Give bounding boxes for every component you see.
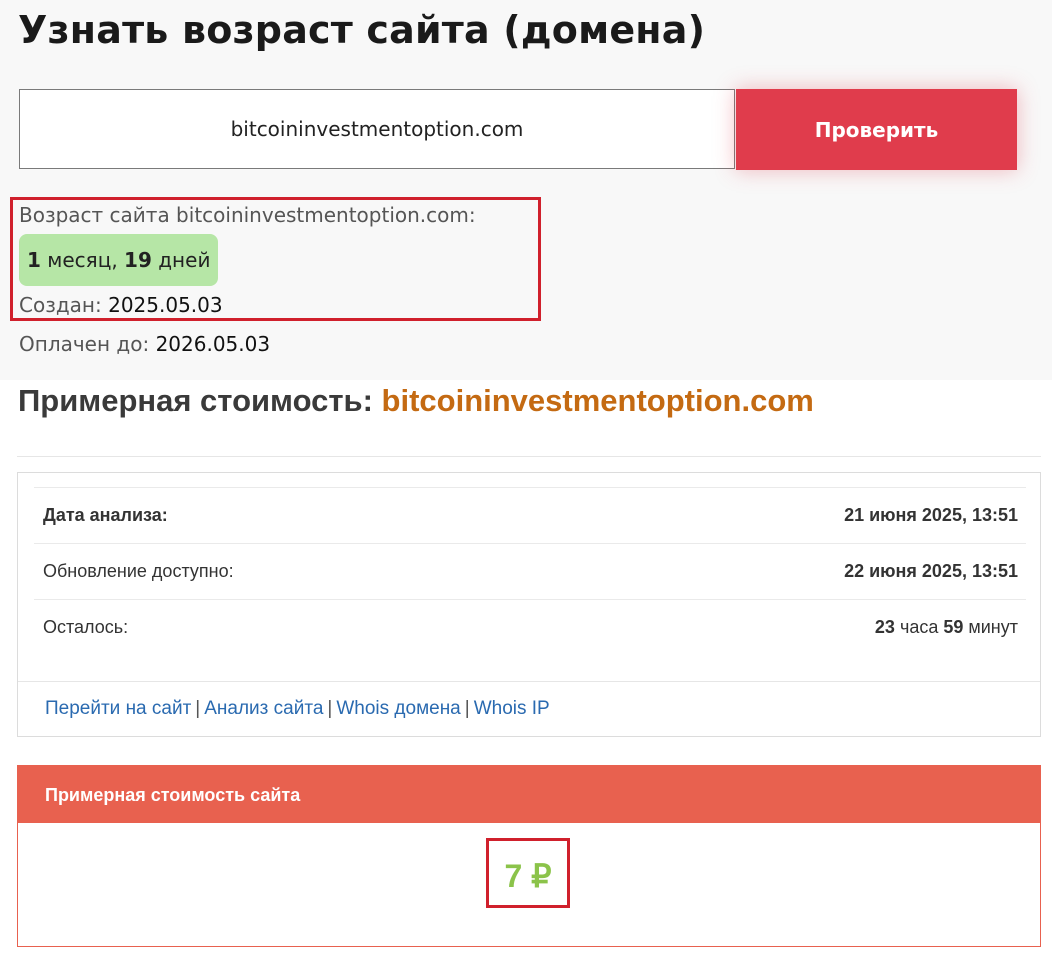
page-title: Узнать возраст сайта (домена) [18, 8, 706, 52]
update-available-value: 22 июня 2025, 13:51 [844, 561, 1018, 581]
link-separator: | [195, 698, 201, 719]
link-separator: | [464, 698, 470, 719]
paid-line: Оплачен до: 2026.05.03 [19, 332, 270, 356]
analysis-date-value: 21 июня 2025, 13:51 [844, 505, 1018, 525]
remaining-minutes-unit: минут [963, 617, 1018, 637]
table-row: Осталось: 23 часа 59 минут [34, 600, 1026, 655]
domain-input[interactable] [19, 89, 735, 169]
created-label: Создан: [19, 293, 109, 317]
site-value-header-label: Примерная стоимость сайта [45, 785, 301, 805]
paid-value: 2026.05.03 [155, 332, 271, 356]
update-available-label: Обновление доступно: [43, 561, 234, 581]
remaining-label: Осталось: [43, 617, 129, 637]
age-badge: 1 месяц, 19 дней [19, 234, 219, 286]
remaining-hours-unit: часа [894, 617, 944, 637]
age-label: Возраст сайта bitcoininvestmentoption.co… [19, 203, 476, 227]
section-divider [17, 456, 1041, 457]
whois-ip-link[interactable]: Whois IP [474, 698, 550, 719]
paid-label: Оплачен до: [19, 332, 156, 356]
age-months-unit: месяц, [40, 248, 125, 272]
goto-site-link[interactable]: Перейти на сайт [45, 698, 191, 719]
price-title: Примерная стоимость: bitcoininvestmentop… [18, 383, 814, 419]
age-days-unit: дней [151, 248, 211, 272]
analysis-table: Дата анализа: 21 июня 2025, 13:51 Обновл… [34, 487, 1026, 655]
analysis-date-label: Дата анализа: [43, 505, 168, 525]
links-row: Перейти на сайт | Анализ сайта | Whois домен… [45, 698, 550, 720]
created-value: 2025.05.03 [108, 293, 223, 317]
site-value-header: Примерная стоимость сайта [18, 766, 1040, 823]
age-months: 1 [27, 248, 41, 272]
value-highlight-box: 7 ₽ [486, 838, 570, 908]
table-row: Дата анализа: 21 июня 2025, 13:51 [34, 488, 1026, 544]
site-analysis-link[interactable]: Анализ сайта [204, 698, 323, 719]
remaining-minutes: 59 [943, 617, 964, 637]
price-title-domain: bitcoininvestmentoption.com [381, 383, 814, 418]
created-line: Создан: 2025.05.03 [19, 293, 223, 317]
links-bar: Перейти на сайт | Анализ сайта | Whois домен… [18, 681, 1040, 738]
analysis-panel: Дата анализа: 21 июня 2025, 13:51 Обновл… [17, 472, 1041, 737]
age-days: 19 [124, 248, 152, 272]
site-value-amount: 7 ₽ [504, 858, 552, 894]
remaining-hours: 23 [874, 617, 895, 637]
site-value-panel: Примерная стоимость сайта 7 ₽ [17, 765, 1041, 947]
table-row: Обновление доступно: 22 июня 2025, 13:51 [34, 544, 1026, 600]
whois-domain-link[interactable]: Whois домена [336, 698, 460, 719]
remaining-value: 23 часа 59 минут [875, 617, 1018, 638]
link-separator: | [327, 698, 333, 719]
check-button[interactable]: Проверить [736, 89, 1017, 170]
top-section: Узнать возраст сайта (домена) Проверить … [0, 0, 1052, 380]
price-title-prefix: Примерная стоимость: [18, 383, 382, 418]
